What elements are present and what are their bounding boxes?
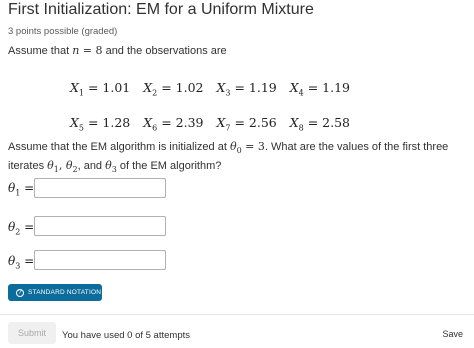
- equals-sign: =: [79, 44, 96, 57]
- observation: X3 = 1.19: [216, 80, 277, 98]
- n-value: 8: [95, 44, 103, 57]
- observation: X1 = 1.01: [70, 80, 131, 98]
- observation: X7 = 2.56: [216, 115, 277, 133]
- observation: X4 = 1.19: [289, 80, 351, 98]
- theta3-input[interactable]: [34, 250, 166, 270]
- observation: X8 = 2.58: [289, 115, 351, 133]
- intro-prefix: Assume that: [8, 45, 73, 57]
- attempts-counter: You have used 0 of 5 attempts: [62, 330, 190, 341]
- question-circle-icon: ?: [16, 288, 24, 297]
- theta2-input[interactable]: [34, 216, 166, 236]
- standard-notation-button[interactable]: ? STANDARD NOTATION: [8, 284, 102, 301]
- observation: X5 = 1.28: [70, 115, 131, 133]
- standard-notation-label: STANDARD NOTATION: [28, 289, 102, 296]
- intro-text: Assume that n = 8 and the observations a…: [8, 44, 227, 57]
- observation: X6 = 2.39: [143, 115, 204, 133]
- theta1-input[interactable]: [34, 178, 166, 198]
- footer-divider: [0, 314, 474, 315]
- problem-title: First Initialization: EM for a Uniform M…: [8, 1, 314, 18]
- observations-row-1: X1 = 1.01 X2 = 1.02 X3 = 1.19 X4 = 1.19: [70, 80, 359, 98]
- save-button[interactable]: Save: [442, 329, 463, 339]
- theta2-label: θ2 =: [8, 220, 35, 237]
- question-text: Assume that the EM algorithm is initiali…: [8, 140, 449, 175]
- points-possible: 3 points possible (graded): [8, 26, 118, 37]
- observation: X2 = 1.02: [143, 80, 204, 98]
- theta3-label: θ3 =: [8, 254, 35, 271]
- theta1-label: θ1 =: [8, 181, 35, 198]
- observations-row-2: X5 = 1.28 X6 = 2.39 X7 = 2.56 X8 = 2.58: [70, 115, 359, 133]
- submit-button[interactable]: Submit: [8, 322, 56, 344]
- intro-suffix: and the observations are: [102, 45, 227, 57]
